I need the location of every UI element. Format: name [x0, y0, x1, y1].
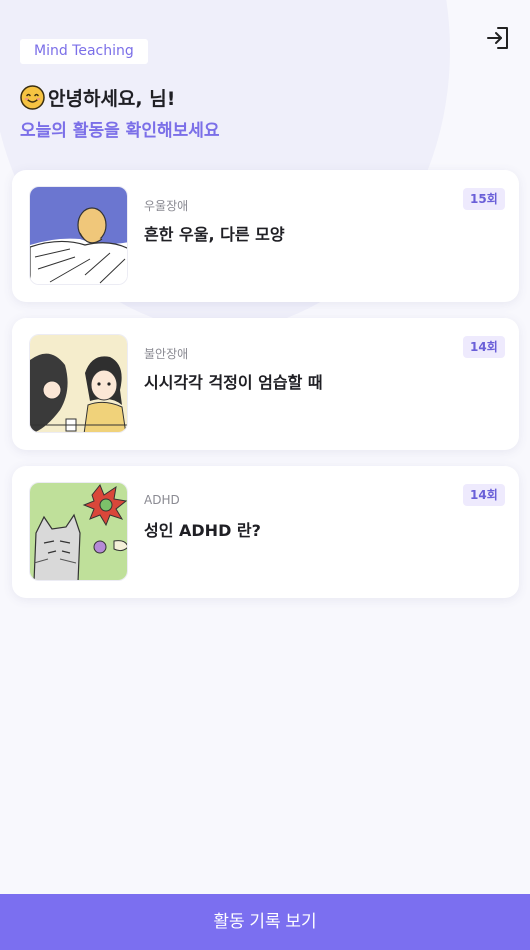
greeting-text: 안녕하세요, 님!	[48, 88, 176, 110]
page-header: Mind Teaching 안녕하세요, 님! 오늘의 활동을 확인해보세요	[0, 0, 530, 160]
activity-card-depression[interactable]: 우울장애 흔한 우울, 다른 모양 15회	[12, 170, 519, 302]
depression-illustration	[29, 186, 128, 285]
card-title: 흔한 우울, 다른 모양	[144, 225, 285, 244]
activity-card-anxiety[interactable]: 불안장애 시시각각 걱정이 엄습할 때 14회	[12, 318, 519, 450]
session-count-badge: 14회	[463, 484, 505, 506]
brand-chip: Mind Teaching	[20, 39, 148, 64]
view-activity-history-button[interactable]: 활동 기록 보기	[0, 894, 530, 950]
session-count-badge: 15회	[463, 188, 505, 210]
adhd-illustration	[29, 482, 128, 581]
activity-card-adhd[interactable]: ADHD 성인 ADHD 란? 14회	[12, 466, 519, 598]
card-title: 성인 ADHD 란?	[144, 521, 261, 540]
session-count-badge: 14회	[463, 336, 505, 358]
subtitle: 오늘의 활동을 확인해보세요	[20, 121, 220, 141]
smiling-face-icon	[20, 85, 45, 110]
greeting: 안녕하세요, 님!	[20, 84, 175, 111]
logout-icon	[487, 27, 508, 49]
anxiety-illustration	[29, 334, 128, 433]
card-title: 시시각각 걱정이 엄습할 때	[144, 373, 323, 392]
logout-button[interactable]	[484, 24, 512, 52]
card-category: ADHD	[144, 493, 180, 507]
card-category: 불안장애	[144, 347, 189, 361]
card-category: 우울장애	[144, 199, 189, 213]
